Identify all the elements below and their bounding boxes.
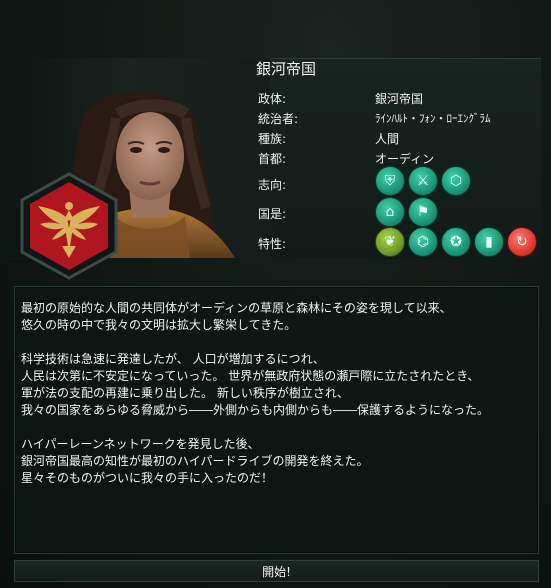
ethics-icons: ⛨ ⚔ ⬡ — [375, 166, 471, 196]
row-value-species: 人間 — [375, 132, 400, 146]
hexagon-network-icon[interactable]: ⬡ — [441, 166, 471, 196]
row-value-government: 銀河帝国 — [375, 92, 424, 106]
row-value-capital: オーディン — [375, 152, 435, 166]
empire-name: 銀河帝国 — [256, 60, 317, 78]
row-label-species: 種族: — [258, 132, 287, 146]
cylinder-icon[interactable]: ▮ — [474, 227, 504, 257]
traits-icons: ❦ ⌬ ✪ ▮ ↻ — [375, 227, 537, 257]
row-value-ruler: ﾗｲﾝﾊﾙﾄ・ﾌｫﾝ・ﾛｰｴﾝｸﾞﾗﾑ — [375, 112, 491, 125]
graduation-cap-icon[interactable]: ⌬ — [408, 227, 438, 257]
crossed-swords-icon[interactable]: ⚔ — [408, 166, 438, 196]
empire-emblem — [18, 172, 120, 280]
row-label-capital: 首都: — [258, 152, 287, 166]
row-label-government: 政体: — [258, 92, 287, 106]
story-paragraph-1: 最初の原始的な人間の共同体がオーディンの草原と森林にその姿を現して以来、 悠久の… — [21, 301, 452, 332]
row-label-ruler: 統治者: — [258, 112, 299, 126]
police-cap-icon[interactable]: ⌂ — [375, 197, 405, 227]
eagle-emblem-icon — [20, 172, 118, 280]
medal-icon[interactable]: ✪ — [441, 227, 471, 257]
civics-icons: ⌂ ⚑ — [375, 197, 438, 227]
story-paragraph-2: 科学技術は急速に発達したが、 人口が増加するにつれ、 人民は次第に不安定になって… — [21, 352, 490, 417]
shield-ethic-icon[interactable]: ⛨ — [375, 166, 405, 196]
red-cycle-icon[interactable]: ↻ — [507, 227, 537, 257]
row-label-ethics: 志向: — [258, 178, 287, 192]
start-button[interactable]: 開始! — [14, 560, 539, 582]
story-paragraph-3: ハイパーレーンネットワークを発見した後、 銀河帝国最高の知性が最初のハイパードラ… — [21, 437, 369, 485]
tag-flag-icon[interactable]: ⚑ — [408, 197, 438, 227]
leaf-icon[interactable]: ❦ — [375, 227, 405, 257]
row-label-civics: 国是: — [258, 207, 287, 221]
row-label-traits: 特性: — [258, 237, 287, 251]
story-text: 最初の原始的な人間の共同体がオーディンの草原と森林にその姿を現して以来、 悠久の… — [21, 300, 536, 504]
